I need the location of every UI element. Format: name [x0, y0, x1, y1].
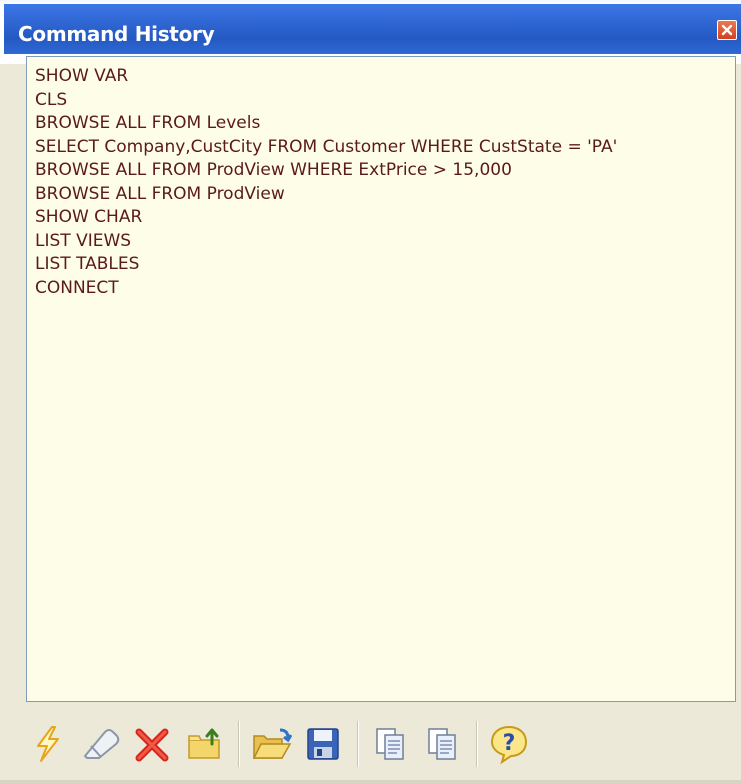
- save-button[interactable]: [301, 722, 345, 766]
- execute-button[interactable]: [26, 722, 70, 766]
- list-item[interactable]: LIST TABLES: [35, 253, 727, 277]
- list-item[interactable]: LIST VIEWS: [35, 230, 727, 254]
- list-item[interactable]: CLS: [35, 89, 727, 113]
- toolbar: ?: [26, 712, 736, 776]
- help-icon: ?: [490, 725, 528, 765]
- open-button[interactable]: [249, 722, 293, 766]
- list-item[interactable]: BROWSE ALL FROM ProdView WHERE ExtPrice …: [35, 159, 727, 183]
- copy-button[interactable]: [368, 722, 412, 766]
- svg-text:?: ?: [503, 731, 516, 756]
- eraser-icon: [84, 729, 120, 759]
- folder-up-button[interactable]: [182, 722, 226, 766]
- window-title: Command History: [18, 22, 215, 46]
- delete-x-icon: [135, 728, 169, 762]
- list-item[interactable]: BROWSE ALL FROM Levels: [35, 112, 727, 136]
- list-item[interactable]: CONNECT: [35, 277, 727, 301]
- help-button[interactable]: ?: [487, 722, 531, 766]
- title-bar[interactable]: Command History: [0, 0, 741, 64]
- clear-button[interactable]: [78, 722, 122, 766]
- delete-button[interactable]: [130, 722, 174, 766]
- open-folder-icon: [252, 728, 292, 759]
- command-list: SHOW VAR CLS BROWSE ALL FROM Levels SELE…: [35, 65, 727, 300]
- list-item[interactable]: SELECT Company,CustCity FROM Customer WH…: [35, 136, 727, 160]
- save-disk-icon: [307, 728, 339, 760]
- list-item[interactable]: SHOW CHAR: [35, 206, 727, 230]
- command-history-list[interactable]: SHOW VAR CLS BROWSE ALL FROM Levels SELE…: [26, 56, 736, 702]
- folder-up-icon: [188, 728, 220, 759]
- paste-button[interactable]: [420, 722, 464, 766]
- paste-icon: [428, 728, 456, 760]
- close-icon: [721, 24, 733, 36]
- window-bottom-edge: [0, 780, 741, 784]
- copy-icon: [376, 728, 404, 760]
- lightning-icon: [37, 726, 59, 762]
- list-item[interactable]: BROWSE ALL FROM ProdView: [35, 183, 727, 207]
- toolbar-separator: [238, 721, 239, 767]
- command-history-window: Command History SHOW VAR CLS BROWSE ALL …: [0, 0, 741, 784]
- toolbar-separator: [476, 721, 477, 767]
- toolbar-separator: [357, 721, 358, 767]
- list-item[interactable]: SHOW VAR: [35, 65, 727, 89]
- close-button[interactable]: [717, 20, 737, 40]
